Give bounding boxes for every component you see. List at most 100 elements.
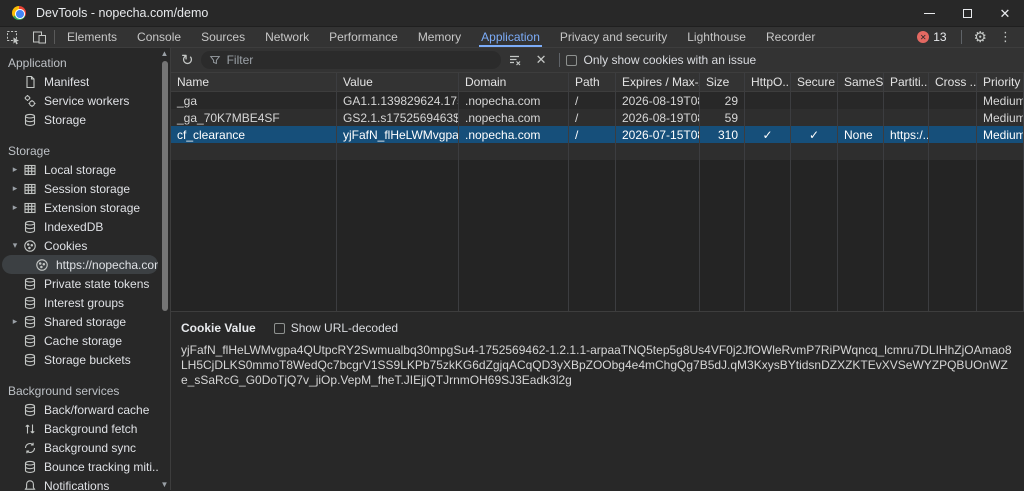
sidebar-item-notifications[interactable]: Notifications — [0, 476, 158, 490]
tab-performance[interactable]: Performance — [319, 27, 408, 47]
secure-checkmark: ✓ — [791, 126, 838, 143]
sidebar-item-cookies[interactable]: ▾ Cookies — [0, 236, 158, 255]
sidebar-item-manifest[interactable]: Manifest — [0, 72, 158, 91]
column-header-samesite[interactable]: SameS... — [838, 73, 884, 91]
title-bar: DevTools - nopecha.com/demo ✕ — [0, 0, 1024, 27]
tab-elements[interactable]: Elements — [57, 27, 127, 47]
sidebar-item-interest-groups[interactable]: Interest groups — [0, 293, 158, 312]
cookie-icon — [22, 239, 37, 253]
file-icon — [22, 75, 37, 89]
cookie-value-text[interactable]: yjFafN_flHeLWMvgpa4QUtpcRY2Swmualbq30mpg… — [181, 343, 1014, 388]
tab-console[interactable]: Console — [127, 27, 191, 47]
updown-arrows-icon — [22, 422, 37, 436]
tab-network[interactable]: Network — [255, 27, 319, 47]
scroll-up-icon[interactable]: ▲ — [159, 49, 170, 58]
chevron-down-icon[interactable]: ▾ — [8, 240, 22, 251]
cookies-toolbar: ↻ ✕ Only show cookies with an issue — [171, 48, 1024, 73]
sidebar-item-bounce-tracking-mitigations[interactable]: Bounce tracking miti... — [0, 457, 158, 476]
cookie-row-ga-70k7mbe4sf[interactable]: _ga_70K7MBE4SF GS2.1.s1752569463$o... .n… — [171, 109, 1024, 126]
error-count-badge[interactable]: ✕ 13 — [917, 30, 946, 44]
chevron-right-icon[interactable]: ▸ — [8, 164, 22, 175]
column-header-name[interactable]: Name — [171, 73, 337, 91]
minimize-button[interactable] — [910, 0, 948, 26]
filter-box[interactable] — [201, 51, 501, 69]
clear-all-icon — [508, 53, 522, 67]
cookie-value-title: Cookie Value — [181, 321, 256, 335]
column-header-expires[interactable]: Expires / Max-A... — [616, 73, 700, 91]
sidebar-section-storage: Storage — [0, 142, 170, 160]
tab-sources[interactable]: Sources — [191, 27, 255, 47]
database-icon — [22, 334, 37, 348]
sidebar-item-indexeddb[interactable]: IndexedDB — [0, 217, 158, 236]
refresh-button[interactable]: ↻ — [177, 51, 201, 69]
database-icon — [22, 403, 37, 417]
sidebar-item-service-workers[interactable]: Service workers — [0, 91, 158, 110]
chevron-right-icon[interactable]: ▸ — [8, 316, 22, 327]
column-header-cross-site[interactable]: Cross ... — [929, 73, 977, 91]
column-header-httponly[interactable]: HttpO... — [745, 73, 791, 91]
table-icon — [22, 182, 37, 196]
column-header-path[interactable]: Path — [569, 73, 616, 91]
scrollbar-thumb[interactable] — [162, 61, 168, 311]
divider — [559, 53, 560, 67]
settings-button[interactable]: ⚙ — [968, 28, 993, 46]
cookie-row-cf-clearance[interactable]: cf_clearance yjFafN_flHeLWMvgpa4... .nop… — [171, 126, 1024, 143]
close-icon: ✕ — [1000, 7, 1011, 20]
database-icon — [22, 353, 37, 367]
sidebar-item-storage-buckets[interactable]: Storage buckets — [0, 350, 158, 369]
sidebar-item-back-forward-cache[interactable]: Back/forward cache — [0, 400, 158, 419]
close-button[interactable]: ✕ — [986, 0, 1024, 26]
column-header-size[interactable]: Size — [700, 73, 745, 91]
tab-lighthouse[interactable]: Lighthouse — [677, 27, 756, 47]
httponly-checkmark: ✓ — [745, 126, 791, 143]
filter-input[interactable] — [227, 53, 493, 67]
tab-application[interactable]: Application — [471, 27, 550, 47]
only-issue-checkbox[interactable] — [566, 55, 577, 66]
clear-all-cookies-button[interactable] — [501, 53, 529, 67]
maximize-icon — [963, 9, 972, 18]
sidebar-item-private-state-tokens[interactable]: Private state tokens — [0, 274, 158, 293]
chevron-right-icon[interactable]: ▸ — [8, 183, 22, 194]
inspect-element-button[interactable] — [0, 27, 26, 47]
tab-recorder[interactable]: Recorder — [756, 27, 825, 47]
column-header-partition[interactable]: Partiti... — [884, 73, 929, 91]
sidebar-scrollbar[interactable]: ▲ ▼ — [159, 48, 170, 490]
minimize-icon — [924, 13, 935, 14]
application-sidebar: Application Manifest Service workers Sto… — [0, 48, 171, 490]
sidebar-item-storage[interactable]: Storage — [0, 110, 158, 129]
sidebar-item-background-sync[interactable]: Background sync — [0, 438, 158, 457]
cookie-row-ga[interactable]: _ga GA1.1.139829624.1752... .nopecha.com… — [171, 92, 1024, 109]
empty-table-row — [171, 143, 1024, 160]
column-header-secure[interactable]: Secure — [791, 73, 838, 91]
chrome-logo-icon — [12, 6, 26, 20]
funnel-icon — [209, 54, 221, 66]
database-icon — [22, 296, 37, 310]
tab-memory[interactable]: Memory — [408, 27, 471, 47]
show-url-decoded-label: Show URL-decoded — [291, 321, 398, 335]
tab-privacy-and-security[interactable]: Privacy and security — [550, 27, 677, 47]
sidebar-item-background-fetch[interactable]: Background fetch — [0, 419, 158, 438]
bell-icon — [22, 479, 37, 491]
device-toolbar-icon — [32, 30, 47, 45]
sidebar-section-application: Application — [0, 54, 170, 72]
sidebar-item-local-storage[interactable]: ▸ Local storage — [0, 160, 158, 179]
more-options-button[interactable]: ⋮ — [993, 29, 1018, 45]
sidebar-item-shared-storage[interactable]: ▸ Shared storage — [0, 312, 158, 331]
maximize-button[interactable] — [948, 0, 986, 26]
sidebar-item-extension-storage[interactable]: ▸ Extension storage — [0, 198, 158, 217]
column-header-priority[interactable]: Priority — [977, 73, 1024, 91]
sidebar-item-cookies-nopecha[interactable]: https://nopecha.com — [2, 255, 158, 274]
scroll-down-icon[interactable]: ▼ — [159, 480, 170, 489]
sidebar-item-cache-storage[interactable]: Cache storage — [0, 331, 158, 350]
column-header-domain[interactable]: Domain — [459, 73, 569, 91]
delete-selected-button[interactable]: ✕ — [529, 52, 554, 68]
database-icon — [22, 460, 37, 474]
show-url-decoded-checkbox[interactable] — [274, 323, 285, 334]
table-icon — [22, 163, 37, 177]
cookies-panel: ↻ ✕ Only show cookies with an issue Name… — [171, 48, 1024, 490]
device-toolbar-button[interactable] — [26, 27, 52, 47]
sidebar-item-session-storage[interactable]: ▸ Session storage — [0, 179, 158, 198]
error-icon: ✕ — [917, 31, 929, 43]
chevron-right-icon[interactable]: ▸ — [8, 202, 22, 213]
column-header-value[interactable]: Value — [337, 73, 459, 91]
